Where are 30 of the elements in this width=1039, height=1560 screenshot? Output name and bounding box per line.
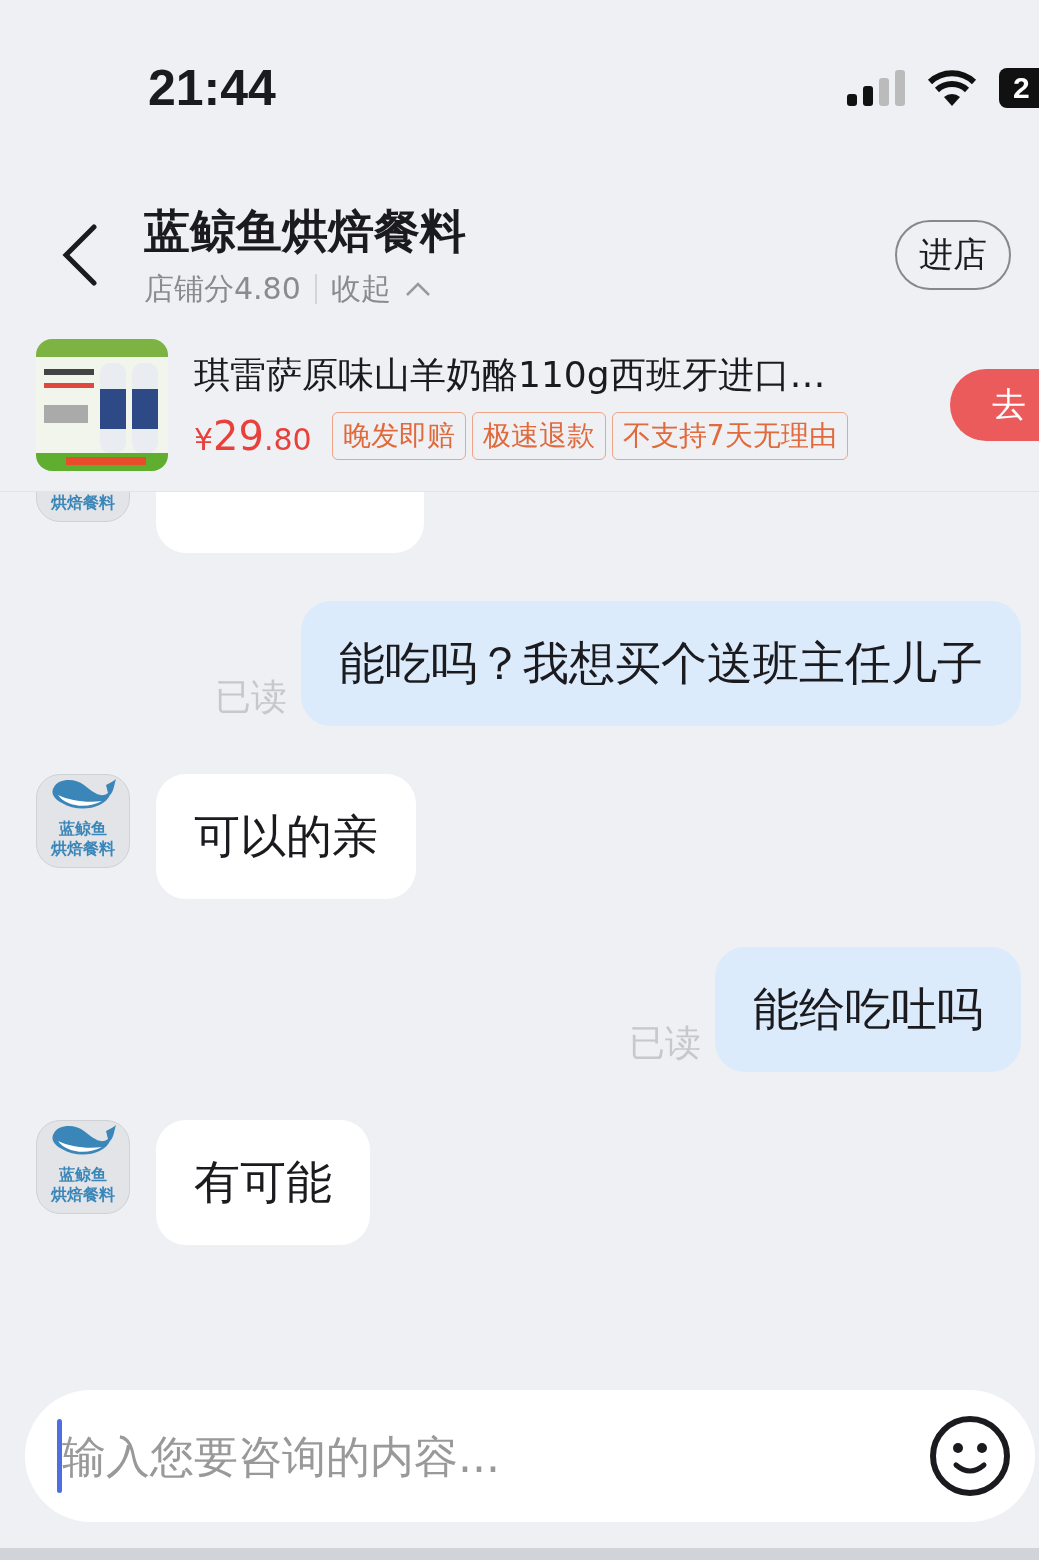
input-bar[interactable]: 输入您要咨询的内容... xyxy=(25,1390,1035,1522)
wifi-icon xyxy=(927,69,977,106)
avatar-text: 烘焙餐料 xyxy=(51,839,115,859)
service-tag: 晚发即赔 xyxy=(331,411,466,460)
emoji-icon[interactable] xyxy=(929,1415,1011,1497)
shop-title: 蓝鲸鱼烘焙餐料 xyxy=(144,202,466,260)
product-price: ¥29.80 xyxy=(194,412,312,459)
service-tag: 极速退款 xyxy=(471,411,606,460)
message-bubble: 有可能 xyxy=(156,1120,370,1245)
back-icon[interactable] xyxy=(60,223,100,287)
buy-button[interactable]: 去 xyxy=(950,369,1039,441)
signal-icon xyxy=(847,69,905,106)
status-time: 21:44 xyxy=(148,58,276,117)
avatar-text: 蓝鲸鱼 xyxy=(59,1165,107,1185)
shop-avatar[interactable]: 蓝鲸鱼 烘焙餐料 xyxy=(36,1120,130,1214)
message-input[interactable]: 输入您要咨询的内容... xyxy=(62,1430,929,1482)
avatar-text: 蓝鲸鱼 xyxy=(59,819,107,839)
message-bubble: 能吃吗？我想买个送班主任儿子 xyxy=(301,601,1021,726)
shop-score: 店铺分4.80 xyxy=(144,269,301,308)
shop-avatar[interactable]: 蓝鲸鱼 烘焙餐料 xyxy=(36,774,130,868)
shop-avatar[interactable]: 烘焙餐料 xyxy=(36,492,130,522)
avatar-text: 烘焙餐料 xyxy=(51,493,115,513)
message-bubble: 能给吃吐吗 xyxy=(715,947,1021,1072)
enter-shop-button[interactable]: 进店 xyxy=(895,220,1011,290)
collapse-link[interactable]: 收起 xyxy=(330,268,391,310)
product-title[interactable]: 琪雷萨原味山羊奶酪110g西班牙进口… xyxy=(194,350,848,400)
avatar-text: 烘焙餐料 xyxy=(51,1185,115,1205)
service-tag: 不支持7天无理由 xyxy=(611,411,848,460)
message-bubble: 可以的亲 xyxy=(156,774,416,899)
battery-level: 2 xyxy=(999,67,1039,108)
